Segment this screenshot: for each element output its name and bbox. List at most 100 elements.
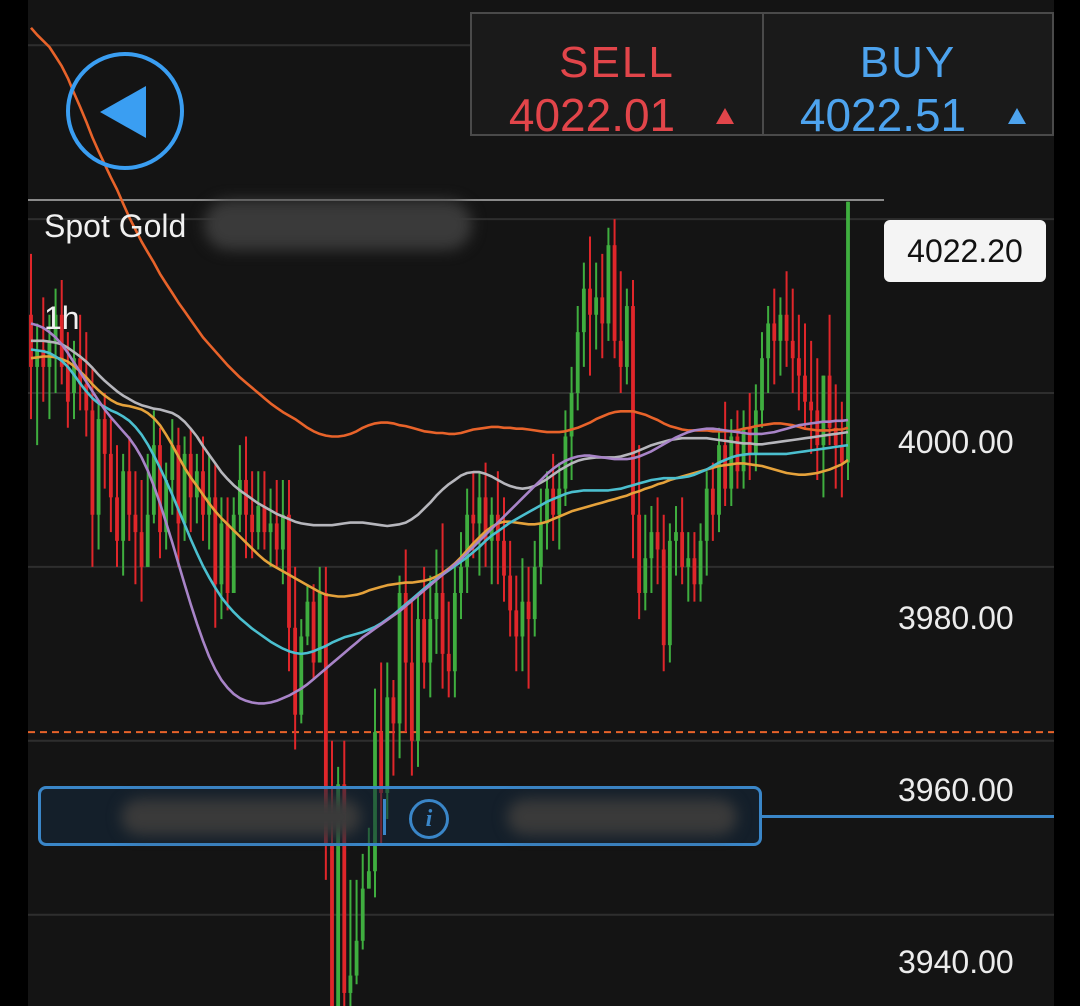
candle-body (274, 523, 279, 550)
candle-body (514, 610, 519, 637)
candle-body (581, 288, 586, 333)
candle-body (219, 523, 224, 585)
candle-body (827, 375, 832, 428)
y-tick-label: 3980.00 (898, 600, 1014, 636)
info-icon[interactable]: i (409, 799, 449, 839)
y-tick-label: 3960.00 (898, 772, 1014, 808)
candle-body (471, 514, 476, 524)
chart-panel[interactable] (28, 0, 1054, 1006)
candle-body (753, 410, 758, 454)
candle-body (551, 488, 556, 515)
y-tick-label: 3940.00 (898, 944, 1014, 980)
candle-body (280, 514, 285, 550)
pending-order-bar[interactable]: i (38, 786, 762, 846)
candle-body (231, 514, 236, 593)
candle-body (520, 601, 525, 637)
candle-body (643, 558, 648, 593)
y-tick-label: 4000.00 (898, 424, 1014, 460)
buy-label: BUY (859, 38, 957, 87)
redacted-symbol-detail (204, 200, 472, 250)
candle-body (250, 514, 255, 533)
candle-body (846, 201, 850, 463)
candle-body (244, 479, 248, 515)
candle-body (545, 488, 549, 524)
candle-body (127, 471, 132, 515)
candle-body (815, 410, 820, 446)
candle-body (293, 627, 298, 715)
candle-body (692, 558, 697, 585)
candle-body (600, 297, 605, 324)
candle-body (772, 323, 777, 341)
candle-body (686, 558, 691, 567)
candle-body (225, 523, 230, 593)
candle-body (747, 427, 752, 454)
candle-body (385, 697, 390, 793)
candle-body (170, 445, 175, 480)
candle-body (139, 532, 144, 567)
candle-body (96, 419, 101, 515)
candle-body (723, 445, 728, 489)
buy-button[interactable]: BUY 4022.51 (762, 12, 1054, 141)
candle-body (330, 845, 334, 1006)
candle-body (287, 514, 291, 628)
symbol-label: Spot Gold (44, 208, 187, 244)
candle-body (379, 732, 384, 793)
candle-body (348, 975, 353, 993)
candle-body (710, 488, 715, 515)
candle-body (667, 540, 672, 646)
candle-body (790, 340, 795, 359)
candle-body (532, 566, 537, 620)
candle-body (452, 592, 457, 672)
candle-body (766, 323, 771, 359)
candle-body (158, 445, 162, 533)
triangle-up-icon (1008, 108, 1026, 124)
candle-body (121, 471, 126, 541)
candle-body (477, 497, 482, 524)
candle-body (434, 592, 439, 620)
sell-label: SELL (559, 38, 675, 87)
candle-body (446, 653, 451, 672)
back-button[interactable] (66, 52, 184, 170)
redacted-order-info (121, 799, 361, 835)
candle-body (237, 479, 242, 515)
candle-body (299, 636, 304, 715)
candle-body (674, 532, 678, 541)
candle-body (760, 358, 764, 411)
candle-body (502, 540, 506, 576)
timeframe-label[interactable]: 1h (44, 300, 80, 337)
candle-body (612, 245, 617, 341)
candle-body (796, 358, 801, 376)
candle-body (391, 697, 396, 724)
candle-body (317, 592, 322, 663)
candle-body (655, 532, 660, 550)
candle-body (649, 532, 654, 559)
candle-body (698, 540, 703, 585)
sell-button[interactable]: SELL 4022.01 (470, 12, 764, 141)
redacted-order-detail (507, 799, 737, 835)
candle-body (115, 497, 119, 541)
candle-body (637, 514, 642, 593)
candle-body (704, 488, 709, 541)
candle-body (268, 523, 273, 533)
candle-body (108, 453, 113, 498)
candle-body (428, 619, 433, 663)
candle-body (90, 410, 95, 515)
candle-body (508, 575, 513, 611)
app-screen: SELL 4022.01 BUY 4022.51 Spot Gold 1h 40… (0, 0, 1080, 1006)
candle-body (606, 245, 611, 324)
price-chart[interactable] (28, 0, 1054, 1006)
candle-body (133, 514, 138, 533)
candle-body (809, 401, 814, 411)
order-bar-divider (383, 799, 386, 835)
candle-body (102, 419, 107, 454)
candle-body (354, 940, 359, 976)
candle-body (495, 514, 500, 541)
candle-body (256, 506, 261, 533)
candle-body (618, 340, 623, 367)
triangle-up-icon (716, 108, 734, 124)
candle-body (661, 549, 666, 646)
candle-body (588, 288, 592, 315)
current-price-tag: 4022.20 (884, 220, 1046, 282)
candle-body (440, 592, 445, 654)
candle-body (717, 445, 721, 515)
